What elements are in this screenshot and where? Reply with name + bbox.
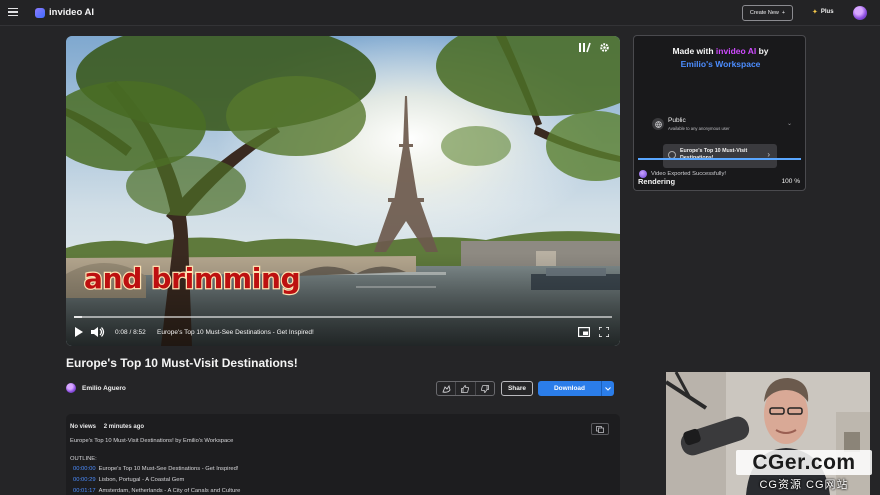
- plan-badge[interactable]: ✦ Plus: [812, 8, 834, 16]
- copy-button[interactable]: [591, 423, 609, 435]
- author-name[interactable]: Emilio Aguero: [82, 385, 126, 392]
- player-controls: 0:08 / 8:52 Europe's Top 10 Must-See Des…: [66, 321, 620, 345]
- thumbs-down-icon: [480, 384, 489, 393]
- privacy-title: Public: [668, 117, 686, 124]
- video-description: No views 2 minutes ago Europe's Top 10 M…: [66, 414, 620, 495]
- video-player[interactable]: and brimming 0:08 / 8:52 Europe's Top 10…: [66, 36, 620, 346]
- watermark-title: CGer.com: [752, 451, 856, 474]
- current-chapter[interactable]: Europe's Top 10 Must-See Destinations - …: [157, 329, 314, 336]
- chapter-title: Lisbon, Portugal - A Coastal Gem: [98, 477, 185, 483]
- video-frame: [66, 36, 620, 346]
- volume-icon[interactable]: [91, 327, 105, 337]
- chevron-down-icon: [605, 386, 611, 391]
- plan-label: Plus: [820, 9, 834, 15]
- workspace-name[interactable]: Emilio's Workspace: [681, 59, 761, 69]
- sparkle-icon: ✦: [812, 9, 818, 16]
- export-message-row: Video Exported Successfully!: [639, 170, 726, 178]
- like-button[interactable]: [456, 382, 476, 395]
- chapter-timestamp[interactable]: 00:00:00: [73, 466, 96, 472]
- fullscreen-icon[interactable]: [599, 327, 609, 337]
- clap-icon: [442, 384, 451, 393]
- privacy-subtitle: Available to any anonymous user: [668, 126, 730, 131]
- description-text: Europe's Top 10 Must-Visit Destinations!…: [70, 438, 234, 444]
- app-name: invideo AI: [49, 7, 95, 18]
- globe-icon: [652, 118, 664, 130]
- editor-icon[interactable]: [579, 42, 591, 53]
- play-icon[interactable]: [75, 327, 83, 337]
- user-avatar[interactable]: [853, 6, 867, 20]
- chapter-item[interactable]: 00:01:17 Amsterdam, Netherlands - A City …: [73, 488, 240, 494]
- invideo-icon: [639, 170, 647, 178]
- top-bar: invideo AI Create New + ✦ Plus: [0, 0, 880, 26]
- plus-icon: +: [781, 10, 786, 16]
- share-button[interactable]: Share: [501, 381, 533, 396]
- upload-age: 2 minutes ago: [103, 424, 145, 430]
- clap-button[interactable]: [437, 382, 457, 395]
- logo-mark-icon: [35, 7, 45, 18]
- description-meta: No views 2 minutes ago: [70, 424, 150, 430]
- made-with-prefix: Made with: [672, 46, 714, 56]
- watermark: CGer.com CG资源 CG网站: [736, 450, 872, 492]
- made-with-suffix: by: [758, 46, 769, 56]
- chapter-title: Amsterdam, Netherlands - A City of Canal…: [98, 488, 241, 494]
- view-count: No views: [70, 424, 97, 430]
- chapter-timestamp[interactable]: 00:00:29: [73, 477, 96, 483]
- chapter-item[interactable]: 00:00:29 Lisbon, Portugal - A Coastal Gem: [73, 477, 184, 483]
- copy-icon: [596, 425, 604, 433]
- settings-gear-icon[interactable]: [599, 42, 610, 53]
- dislike-button[interactable]: [476, 382, 494, 395]
- create-new-label: Create New: [749, 10, 779, 16]
- export-message: Video Exported Successfully!: [651, 171, 726, 177]
- video-title: Europe's Top 10 Must-Visit Destinations!: [66, 356, 298, 370]
- made-with-heading: Made with invideo AI by Emilio's Workspa…: [634, 45, 807, 71]
- picture-in-picture-icon[interactable]: [578, 327, 590, 337]
- playback-time: 0:08 / 8:52: [115, 329, 146, 336]
- reaction-buttons: [436, 381, 495, 396]
- download-options-button[interactable]: [601, 381, 614, 396]
- hamburger-menu-icon[interactable]: [8, 6, 18, 18]
- thumbs-up-icon: [461, 384, 470, 393]
- render-progress-bar: [638, 158, 801, 160]
- outline-label: OUTLINE:: [70, 456, 97, 462]
- made-with-brand[interactable]: invideo AI: [716, 46, 756, 56]
- create-new-button[interactable]: Create New +: [742, 5, 793, 21]
- video-caption: and brimming: [83, 261, 302, 296]
- privacy-selector[interactable]: Public Available to any anonymous user ⌄: [652, 116, 792, 134]
- author-avatar[interactable]: [66, 383, 76, 393]
- watermark-subtitle: CG资源 CG网站: [759, 479, 849, 491]
- render-progress-fill: [638, 158, 801, 160]
- video-progress-bar[interactable]: [74, 316, 612, 318]
- video-progress-fill: [74, 316, 83, 318]
- chapter-title: Europe's Top 10 Must-See Destinations - …: [98, 466, 239, 472]
- chapter-timestamp[interactable]: 00:01:17: [73, 488, 96, 494]
- player-top-controls: [579, 42, 610, 53]
- chevron-down-icon: ⌄: [786, 121, 792, 127]
- chapter-item[interactable]: 00:00:00 Europe's Top 10 Must-See Destina…: [73, 466, 238, 472]
- download-button[interactable]: Download: [538, 381, 601, 396]
- render-progress-area: Video Exported Successfully!: [633, 158, 806, 191]
- app-logo[interactable]: invideo AI: [35, 7, 94, 18]
